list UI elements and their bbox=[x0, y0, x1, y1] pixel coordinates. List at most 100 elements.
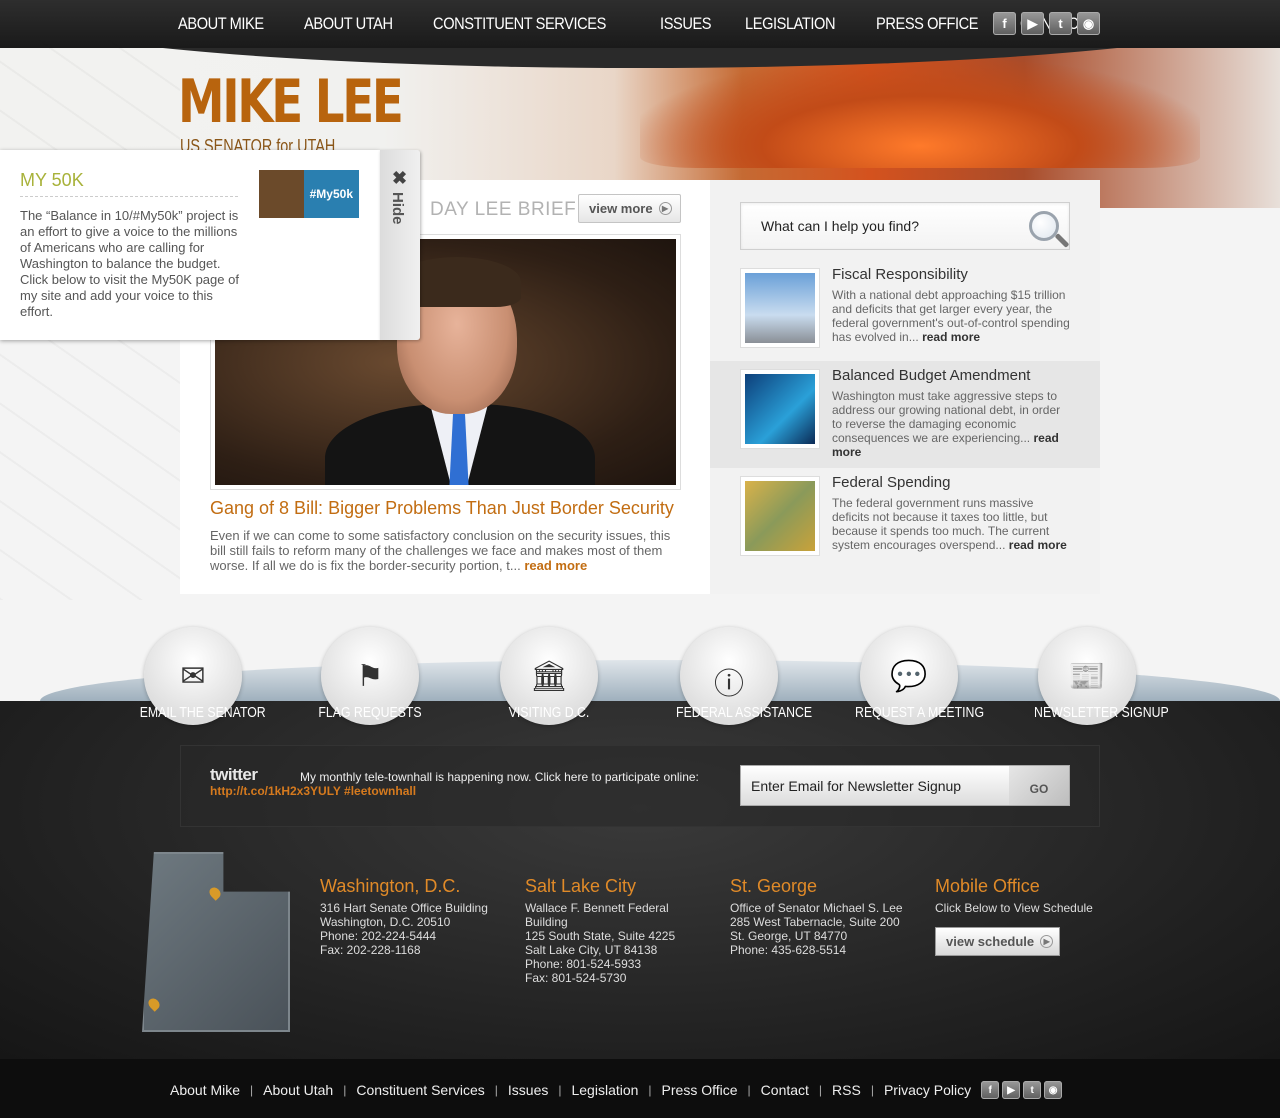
site-search bbox=[740, 202, 1070, 250]
footer-social-links: f ▶ t ◉ bbox=[981, 1081, 1063, 1099]
office-title: Mobile Office bbox=[935, 876, 1040, 896]
my50k-description: The “Balance in 10/#My50k” project is an… bbox=[20, 208, 239, 319]
nav-constituent-services[interactable]: CONSTITUENT SERVICES bbox=[415, 0, 624, 48]
close-icon: ✖ bbox=[392, 168, 408, 188]
issue-item[interactable]: Balanced Budget Amendment Washington mus… bbox=[710, 361, 1100, 468]
rss-icon[interactable]: ◉ bbox=[1077, 12, 1100, 35]
issue-thumbnail[interactable] bbox=[740, 369, 820, 449]
tweet-link[interactable]: http://t.co/1kH2x3YULY #leetownhall bbox=[210, 784, 416, 798]
office-line: Wallace F. Bennett Federal Building bbox=[525, 901, 669, 929]
feature-excerpt: Even if we can come to some satisfactory… bbox=[210, 528, 680, 573]
issue-summary: The federal government runs massive defi… bbox=[832, 496, 1072, 552]
issue-item[interactable]: Federal Spending The federal government … bbox=[710, 468, 1100, 575]
nav-legislation[interactable]: LEGISLATION bbox=[727, 0, 853, 48]
tweet-text: My monthly tele-townhall is happening no… bbox=[300, 770, 699, 784]
office-line: Phone: 435-628-5514 bbox=[730, 943, 847, 957]
office-st-george: St. George Office of Senator Michael S. … bbox=[730, 876, 930, 957]
footer-link-press-office[interactable]: Press Office bbox=[662, 1082, 738, 1098]
arrow-right-icon: ▶ bbox=[1040, 935, 1054, 948]
view-more-button[interactable]: view more ▶ bbox=[578, 194, 681, 223]
nav-issues[interactable]: ISSUES bbox=[642, 0, 729, 48]
issue-summary-text: Washington must take aggressive steps to… bbox=[832, 389, 1061, 445]
footer-link-privacy-policy[interactable]: Privacy Policy bbox=[884, 1082, 971, 1098]
shortcut-flag-requests[interactable]: FLAG REQUESTS bbox=[317, 704, 424, 721]
feature-section-label: DAY LEE BRIEFIN bbox=[430, 199, 597, 220]
newsletter-signup: GO bbox=[740, 765, 1070, 806]
main-nav: ABOUT MIKE ABOUT UTAH CONSTITUENT SERVIC… bbox=[160, 0, 1106, 48]
divider: | bbox=[250, 1083, 254, 1097]
office-line: 285 West Tabernacle, Suite 200 bbox=[730, 915, 900, 929]
office-line: Phone: 801-524-5933 bbox=[525, 957, 642, 971]
footer-link-issues[interactable]: Issues bbox=[508, 1082, 548, 1098]
divider: | bbox=[747, 1083, 751, 1097]
shortcut-federal-assistance[interactable]: FEDERAL ASSISTANCE bbox=[676, 704, 812, 721]
shortcut-request-meeting[interactable]: REQUEST A MEETING bbox=[855, 704, 984, 721]
issue-read-more-link[interactable]: read more bbox=[1009, 538, 1067, 552]
office-line: 316 Hart Senate Office Building bbox=[320, 901, 488, 915]
my50k-thumbnail[interactable]: #My50k bbox=[259, 170, 359, 218]
youtube-icon[interactable]: ▶ bbox=[1021, 12, 1044, 35]
issue-item[interactable]: Fiscal Responsibility With a national de… bbox=[710, 260, 1100, 367]
nav-about-utah[interactable]: ABOUT UTAH bbox=[286, 0, 411, 48]
office-line: Washington, D.C. 20510 bbox=[320, 915, 451, 929]
issue-thumbnail[interactable] bbox=[740, 268, 820, 348]
hide-label: Hide bbox=[389, 192, 406, 225]
rss-icon[interactable]: ◉ bbox=[1044, 1081, 1063, 1099]
newsletter-email-input[interactable] bbox=[741, 766, 1001, 805]
twitter-icon[interactable]: t bbox=[1023, 1081, 1042, 1099]
divider: | bbox=[494, 1083, 498, 1097]
shortcut-visiting-dc[interactable]: VISITING D.C. bbox=[496, 704, 603, 721]
shortcut-newsletter-signup[interactable]: NEWSLETTER SIGNUP bbox=[1034, 704, 1169, 721]
office-line: Phone: 202-224-5444 bbox=[320, 929, 437, 943]
footer-link-constituent-services[interactable]: Constituent Services bbox=[356, 1082, 484, 1098]
social-links: f ▶ t ◉ bbox=[993, 12, 1100, 35]
office-title: Salt Lake City bbox=[525, 876, 637, 896]
issue-read-more-link[interactable]: read more bbox=[922, 330, 980, 344]
hide-flyout-tab[interactable]: ✖ Hide bbox=[380, 150, 420, 340]
issue-title[interactable]: Balanced Budget Amendment bbox=[832, 367, 1030, 384]
office-line: 125 South State, Suite 4225 bbox=[525, 929, 676, 943]
office-mobile: Mobile Office Click Below to View Schedu… bbox=[935, 876, 1135, 915]
hero-top-curve bbox=[0, 48, 1280, 68]
office-line: Fax: 202-228-1168 bbox=[320, 943, 421, 957]
search-icon[interactable] bbox=[1029, 211, 1059, 241]
feature-excerpt-text: Even if we can come to some satisfactory… bbox=[210, 528, 671, 573]
divider: | bbox=[818, 1083, 823, 1097]
divider: | bbox=[558, 1083, 562, 1097]
office-title: Washington, D.C. bbox=[320, 876, 461, 896]
footer-link-about-utah[interactable]: About Utah bbox=[263, 1082, 333, 1098]
feature-read-more-link[interactable]: read more bbox=[524, 558, 587, 573]
nav-press-office[interactable]: PRESS OFFICE bbox=[858, 0, 996, 48]
footer-link-legislation[interactable]: Legislation bbox=[571, 1082, 638, 1098]
view-schedule-button[interactable]: view schedule ▶ bbox=[935, 927, 1060, 956]
issue-title[interactable]: Federal Spending bbox=[832, 474, 950, 491]
footer-link-about-mike[interactable]: About Mike bbox=[170, 1082, 240, 1098]
site-logo-name[interactable]: MIKE LEE bbox=[178, 72, 404, 132]
office-title: St. George bbox=[730, 876, 818, 896]
issue-summary: Washington must take aggressive steps to… bbox=[832, 389, 1072, 459]
issue-summary: With a national debt approaching $15 tri… bbox=[832, 288, 1072, 344]
view-schedule-label: view schedule bbox=[946, 934, 1035, 949]
office-line: Fax: 801-524-5730 bbox=[525, 971, 627, 985]
office-line: Office of Senator Michael S. Lee bbox=[730, 901, 903, 915]
feature-headline[interactable]: Gang of 8 Bill: Bigger Problems Than Jus… bbox=[210, 498, 674, 519]
youtube-icon[interactable]: ▶ bbox=[1002, 1081, 1021, 1099]
office-washington: Washington, D.C. 316 Hart Senate Office … bbox=[320, 876, 520, 957]
facebook-icon[interactable]: f bbox=[993, 12, 1016, 35]
issue-title[interactable]: Fiscal Responsibility bbox=[832, 266, 968, 283]
issue-thumbnail[interactable] bbox=[740, 476, 820, 556]
my50k-title[interactable]: MY 50K bbox=[20, 170, 84, 191]
my50k-flyout: MY 50K The “Balance in 10/#My50k” projec… bbox=[0, 150, 380, 340]
office-line: St. George, UT 84770 bbox=[730, 929, 848, 943]
divider: | bbox=[870, 1083, 874, 1097]
footer-link-rss[interactable]: RSS bbox=[832, 1082, 861, 1098]
twitter-logo[interactable]: twitter bbox=[210, 765, 258, 785]
arrow-right-icon: ▶ bbox=[658, 202, 672, 215]
twitter-icon[interactable]: t bbox=[1049, 12, 1072, 35]
footer-link-contact[interactable]: Contact bbox=[761, 1082, 809, 1098]
newsletter-go-button[interactable]: GO bbox=[1009, 766, 1069, 805]
search-input[interactable] bbox=[741, 203, 1001, 249]
facebook-icon[interactable]: f bbox=[981, 1081, 1000, 1099]
divider: | bbox=[343, 1083, 347, 1097]
shortcut-email-senator[interactable]: EMAIL THE SENATOR bbox=[140, 704, 266, 721]
